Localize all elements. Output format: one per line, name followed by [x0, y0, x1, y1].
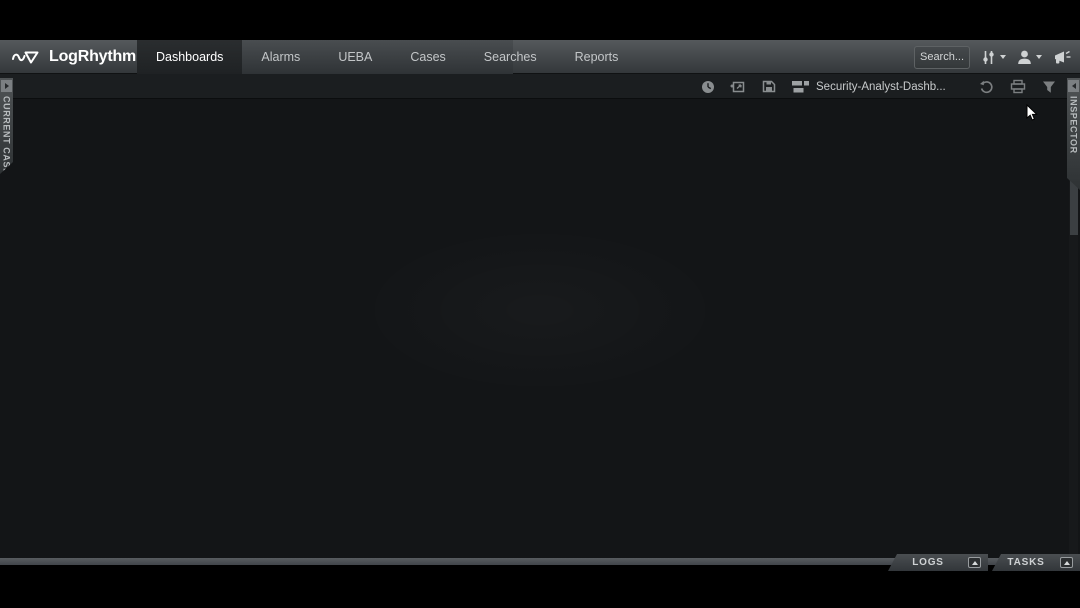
chevron-up-icon [1064, 561, 1070, 565]
dashboard-toolbar: Security-Analyst-Dashb... [0, 74, 1080, 99]
tab-searches[interactable]: Searches [465, 40, 556, 74]
bottom-black-band [0, 565, 1080, 608]
undo-icon[interactable] [979, 80, 994, 94]
tab-cases[interactable]: Cases [391, 40, 464, 74]
nav-right-controls: Search... [914, 40, 1072, 74]
dashboard-title: Security-Analyst-Dashb... [816, 81, 946, 93]
print-icon[interactable] [1010, 79, 1026, 94]
chevron-down-icon [1000, 55, 1006, 59]
logrhythm-app-window: LogRhythm™ Dashboards Alarms UEBA Cases … [0, 0, 1080, 608]
tab-ueba[interactable]: UEBA [319, 40, 391, 74]
toolbar-left-group: Security-Analyst-Dashb... [701, 74, 946, 99]
toolbar-right-group [979, 74, 1056, 99]
expand-logs-button[interactable] [968, 557, 981, 568]
preferences-menu[interactable] [980, 49, 1006, 66]
expand-tasks-button[interactable] [1060, 557, 1073, 568]
expand-inspector-button[interactable] [1068, 80, 1079, 92]
dashboard-selector[interactable]: Security-Analyst-Dashb... [792, 81, 946, 93]
inspector-panel-tab[interactable]: INSPECTOR [1067, 78, 1080, 190]
inspector-label: INSPECTOR [1069, 96, 1079, 154]
logo-text: LogRhythm [49, 48, 136, 65]
user-menu[interactable] [1016, 49, 1042, 66]
add-widget-icon[interactable] [730, 79, 746, 94]
tasks-label: TASKS [992, 557, 1060, 568]
nav-tabstrip: Dashboards Alarms UEBA Cases Searches Re… [137, 40, 513, 74]
current-case-label: CURRENT CASE [2, 96, 12, 175]
dashboard-grid-icon [792, 81, 809, 93]
dashboard-content-area [0, 99, 1080, 558]
tab-dashboards[interactable]: Dashboards [137, 40, 242, 74]
top-black-band [0, 0, 1080, 40]
filter-icon[interactable] [1042, 80, 1056, 94]
chevron-left-icon [1072, 83, 1076, 89]
logs-drawer-tab[interactable]: LOGS [888, 554, 988, 571]
announcements-button[interactable] [1052, 49, 1072, 66]
main-navbar: LogRhythm™ Dashboards Alarms UEBA Cases … [0, 40, 1080, 74]
logrhythm-logo[interactable]: LogRhythm™ [12, 40, 143, 74]
current-case-panel-tab[interactable]: CURRENT CASE [0, 78, 13, 174]
chevron-right-icon [5, 83, 9, 89]
chevron-up-icon [972, 561, 978, 565]
expand-current-case-button[interactable] [1, 80, 12, 92]
tab-alarms[interactable]: Alarms [242, 40, 319, 74]
tab-reports[interactable]: Reports [556, 40, 638, 74]
search-input[interactable]: Search... [914, 46, 970, 69]
logs-label: LOGS [888, 557, 968, 568]
tasks-drawer-tab[interactable]: TASKS [992, 554, 1080, 571]
logrhythm-wave-icon [12, 48, 42, 66]
save-layout-icon[interactable] [761, 79, 777, 94]
user-icon [1016, 49, 1033, 66]
sliders-icon [980, 49, 997, 66]
megaphone-icon [1052, 49, 1072, 66]
clock-icon[interactable] [701, 80, 715, 94]
chevron-down-icon [1036, 55, 1042, 59]
